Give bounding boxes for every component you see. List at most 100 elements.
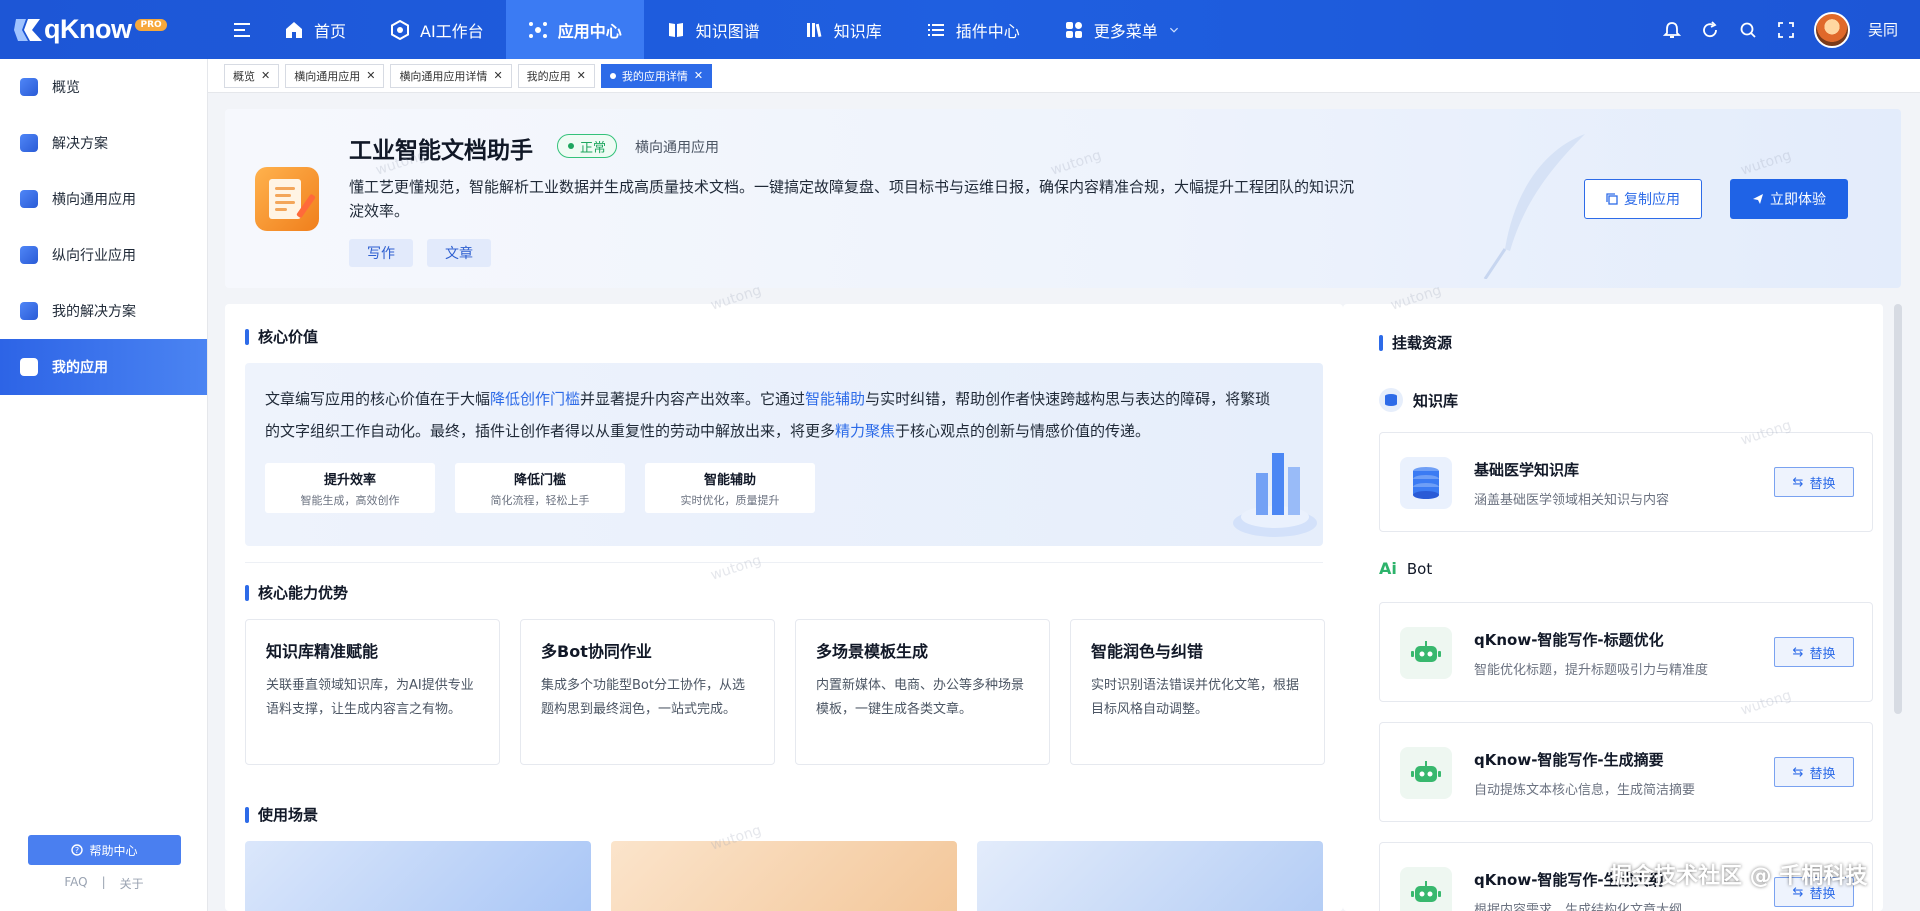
sidebar-item-vertical-apps[interactable]: 纵向行业应用 [0, 227, 207, 283]
fullscreen-icon[interactable] [1776, 20, 1796, 40]
try-now-button[interactable]: 立即体验 [1730, 179, 1848, 219]
tab-overview[interactable]: 概览 ✕ [224, 63, 280, 88]
close-icon[interactable]: ✕ [366, 69, 375, 82]
menu-toggle-icon[interactable] [222, 0, 262, 59]
nav-home-label: 首页 [314, 21, 347, 41]
nav-app-center[interactable]: 应用中心 [505, 0, 644, 59]
sidebar-item-label: 概览 [52, 80, 80, 96]
value-card-sub: 智能生成，高效创作 [300, 493, 400, 507]
replace-label: 替换 [1809, 646, 1836, 662]
bell-icon[interactable] [1662, 20, 1682, 40]
replace-button[interactable]: ⇆ 替换 [1774, 637, 1854, 667]
copy-app-label: 复制应用 [1624, 192, 1680, 208]
scene-image-globe[interactable] [977, 841, 1323, 911]
app-description: 懂工艺更懂规范，智能解析工业数据并生成高质量技术文档。一键搞定故障复盘、项目标书… [349, 178, 1355, 220]
help-center-label: 帮助中心 [89, 843, 138, 858]
nav-ai-workbench[interactable]: AI工作台 [368, 0, 506, 59]
sidebar-footer-links: FAQ | 关于 [0, 875, 208, 892]
status-label: 正常 [580, 140, 607, 156]
briefcase-icon [20, 134, 38, 152]
document-icon [20, 246, 38, 264]
section-title-abilities: 核心能力优势 [245, 582, 348, 603]
robot-icon [1400, 867, 1452, 911]
library-icon [806, 22, 822, 37]
sidebar-item-overview[interactable]: 概览 [0, 59, 207, 115]
help-center-button[interactable]: ? 帮助中心 [28, 835, 181, 865]
tag-article: 文章 [427, 239, 491, 267]
copy-icon [1606, 193, 1618, 205]
faq-link[interactable]: FAQ [64, 875, 87, 892]
brand-name: qKnow [44, 14, 132, 44]
replace-label: 替换 [1809, 766, 1836, 782]
bot-header-label: Bot [1406, 559, 1433, 578]
status-dot [568, 143, 574, 149]
bot-header: Ai Bot [1379, 559, 1432, 578]
logo[interactable]: qKnow PRO [0, 14, 210, 45]
tab-my-apps[interactable]: 我的应用 ✕ [517, 63, 595, 88]
sidebar-item-my-apps[interactable]: 我的应用 [0, 339, 207, 395]
value-card: 降低门槛 简化流程，轻松上手 [455, 463, 625, 513]
close-icon[interactable]: ✕ [694, 69, 703, 82]
section-title-resources: 挂载资源 [1379, 332, 1452, 353]
app-category: 横向通用应用 [635, 140, 719, 156]
replace-button[interactable]: ⇆ 替换 [1774, 757, 1854, 787]
avatar[interactable] [1813, 11, 1850, 48]
tab-label: 我的应用详情 [621, 69, 688, 83]
about-link[interactable]: 关于 [120, 875, 144, 892]
username[interactable]: 吴同 [1868, 19, 1898, 40]
replace-label: 替换 [1809, 476, 1836, 492]
nav-plugin-center[interactable]: 插件中心 [904, 0, 1042, 59]
core-value-text: 文章编写应用的核心价值在于大幅降低创作门槛并显著提升内容产出效率。它通过智能辅助… [265, 383, 1285, 447]
value-card: 提升效率智能生成，高效创作 [265, 463, 435, 513]
close-icon[interactable]: ✕ [493, 69, 502, 82]
divider [245, 562, 1323, 563]
close-icon[interactable]: ✕ [261, 69, 270, 82]
nav-knowledge-graph-label: 知识图谱 [695, 21, 760, 41]
app-detail-main: 核心价值 文章编写应用的核心价值在于大幅降低创作门槛并显著提升内容产出效率。它通… [225, 304, 1343, 911]
app-icon [255, 167, 319, 231]
nav-plugin-center-label: 插件中心 [955, 21, 1020, 41]
highlight-text: 精力聚焦 [835, 422, 896, 440]
app-header-card: 工业智能文档助手 正常 横向通用应用 懂工艺更懂规范，智能解析工业数据并生成高质… [225, 109, 1901, 288]
value-card-title: 提升效率 [323, 472, 376, 488]
search-icon[interactable] [1738, 20, 1758, 40]
sidebar-item-my-solutions[interactable]: 我的解决方案 [0, 283, 207, 339]
ai-bot-icon: Ai [1379, 559, 1397, 578]
sidebar-item-solutions[interactable]: 解决方案 [0, 115, 207, 171]
nav-knowledge-base[interactable]: 知识库 [782, 0, 904, 59]
active-dot [609, 72, 616, 79]
replace-button[interactable]: ⇆ 替换 [1774, 467, 1854, 497]
close-icon[interactable]: ✕ [577, 69, 586, 82]
swap-icon: ⇆ [1792, 474, 1804, 490]
kb-item: 基础医学知识库 涵盖基础医学领域相关知识与内容 ⇆ 替换 [1379, 432, 1873, 532]
page-title: 工业智能文档助手 [349, 138, 533, 164]
nav-more-menu-label: 更多菜单 [1093, 21, 1158, 41]
nav-ai-workbench-label: AI工作台 [420, 21, 484, 41]
scene-image-devices[interactable] [245, 841, 591, 911]
value-card-title: 智能辅助 [703, 472, 756, 488]
scene-image-writing[interactable] [611, 841, 957, 911]
tab-my-app-detail[interactable]: 我的应用详情 ✕ [600, 63, 713, 88]
nav-knowledge-graph[interactable]: 知识图谱 [644, 0, 782, 59]
home-icon [286, 21, 302, 38]
swap-icon: ⇆ [1792, 644, 1804, 660]
bot-item: qKnow-智能写作-标题优化 智能优化标题，提升标题吸引力与精准度 ⇆ 替换 [1379, 602, 1873, 702]
tab-horizontal-apps[interactable]: 横向通用应用 ✕ [285, 63, 385, 88]
tab-horizontal-app-detail[interactable]: 横向通用应用详情 ✕ [390, 63, 512, 88]
help-icon: ? [71, 844, 84, 856]
copy-app-button[interactable]: 复制应用 [1584, 179, 1702, 219]
value-card-title: 降低门槛 [513, 472, 566, 488]
refresh-icon[interactable] [1700, 20, 1720, 40]
kb-header-label: 知识库 [1413, 391, 1459, 410]
text-segment: 文章编写应用的核心价值在于大幅 [265, 390, 491, 408]
section-title-scenes: 使用场景 [245, 804, 318, 825]
sidebar-item-horizontal-apps[interactable]: 横向通用应用 [0, 171, 207, 227]
ability-desc: 集成多个功能型Bot分工协作，从选题构思到最终润色，一站式完成。 [541, 678, 745, 717]
tab-label: 概览 [233, 69, 255, 83]
feather-decoration-icon [1483, 134, 1585, 279]
nav-home[interactable]: 首页 [262, 0, 368, 59]
scrollbar[interactable] [1894, 304, 1902, 714]
nav-more-menu[interactable]: 更多菜单 [1042, 0, 1202, 59]
kb-header: 知识库 [1379, 388, 1458, 412]
database-icon [1379, 388, 1403, 412]
